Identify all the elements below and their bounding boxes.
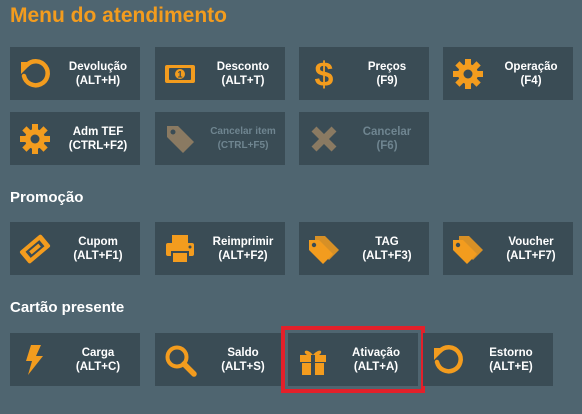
button-label: TAG: [375, 235, 399, 248]
button-label: Operação: [504, 60, 558, 73]
cancelar-button[interactable]: Cancelar (F6): [299, 112, 429, 165]
button-shortcut: (ALT+H): [75, 74, 121, 87]
button-shortcut: (CTRL+F5): [217, 139, 269, 151]
button-shortcut: (ALT+F2): [218, 249, 268, 262]
devolucao-button[interactable]: Devolução (ALT+H): [10, 47, 140, 100]
button-shortcut: (ALT+T): [221, 74, 265, 87]
button-label: Voucher: [508, 235, 554, 248]
button-label: Carga: [81, 346, 115, 359]
section-title-promocao: Promoção: [10, 189, 84, 206]
button-shortcut: (F6): [376, 139, 398, 152]
gear-icon: [443, 47, 493, 100]
cancelar-item-button[interactable]: Cancelar item (CTRL+F5): [155, 112, 285, 165]
tag-button[interactable]: TAG (ALT+F3): [299, 222, 429, 275]
button-shortcut: (ALT+F7): [506, 249, 556, 262]
button-label: Cancelar item: [210, 125, 276, 137]
close-icon: [299, 112, 349, 165]
adm-tef-button[interactable]: Adm TEF (CTRL+F2): [10, 112, 140, 165]
button-label: Desconto: [216, 60, 270, 73]
banknote-icon: 1: [155, 47, 205, 100]
undo-icon: [423, 333, 473, 386]
gear-icon: [10, 112, 60, 165]
bolt-icon: [10, 333, 60, 386]
button-shortcut: (F4): [520, 74, 542, 87]
button-label: Saldo: [227, 346, 259, 359]
button-label: Ativação: [352, 346, 400, 359]
dollar-icon: $: [299, 47, 349, 100]
precos-button[interactable]: $ Preços (F9): [299, 47, 429, 100]
svg-text:1: 1: [177, 69, 182, 79]
button-label: Cupom: [78, 235, 118, 248]
button-shortcut: (ALT+E): [489, 360, 533, 373]
button-label: Adm TEF: [72, 125, 124, 138]
button-label: Cancelar: [362, 125, 412, 138]
tags-icon: [299, 222, 349, 275]
svg-text:$: $: [315, 57, 334, 91]
cupom-button[interactable]: Cupom (ALT+F1): [10, 222, 140, 275]
saldo-button[interactable]: Saldo (ALT+S): [155, 333, 285, 386]
button-shortcut: (ALT+F1): [73, 249, 123, 262]
button-shortcut: (ALT+F3): [362, 249, 412, 262]
section-title-cartao-presente: Cartão presente: [10, 299, 125, 316]
button-shortcut: (ALT+A): [353, 360, 399, 373]
button-label: Estorno: [489, 346, 533, 359]
carga-button[interactable]: Carga (ALT+C): [10, 333, 140, 386]
button-label: Preços: [367, 60, 407, 73]
tags-icon: [443, 222, 493, 275]
undo-icon: [10, 47, 60, 100]
button-label: Reimprimir: [212, 235, 274, 248]
voucher-button[interactable]: Voucher (ALT+F7): [443, 222, 573, 275]
button-shortcut: (ALT+S): [221, 360, 265, 373]
gift-icon: [288, 333, 338, 386]
button-shortcut: (CTRL+F2): [68, 139, 128, 152]
printer-icon: [155, 222, 205, 275]
ticket-icon: [10, 222, 60, 275]
tag-icon: [155, 112, 205, 165]
button-label: Devolução: [68, 60, 128, 73]
button-shortcut: (F9): [376, 74, 398, 87]
search-icon: [155, 333, 205, 386]
reimprimir-button[interactable]: Reimprimir (ALT+F2): [155, 222, 285, 275]
estorno-button[interactable]: Estorno (ALT+E): [423, 333, 553, 386]
operacao-button[interactable]: Operação (F4): [443, 47, 573, 100]
ativacao-button[interactable]: Ativação (ALT+A): [281, 326, 425, 393]
button-shortcut: (ALT+C): [75, 360, 121, 373]
desconto-button[interactable]: 1 Desconto (ALT+T): [155, 47, 285, 100]
page-title: Menu do atendimento: [10, 4, 227, 27]
